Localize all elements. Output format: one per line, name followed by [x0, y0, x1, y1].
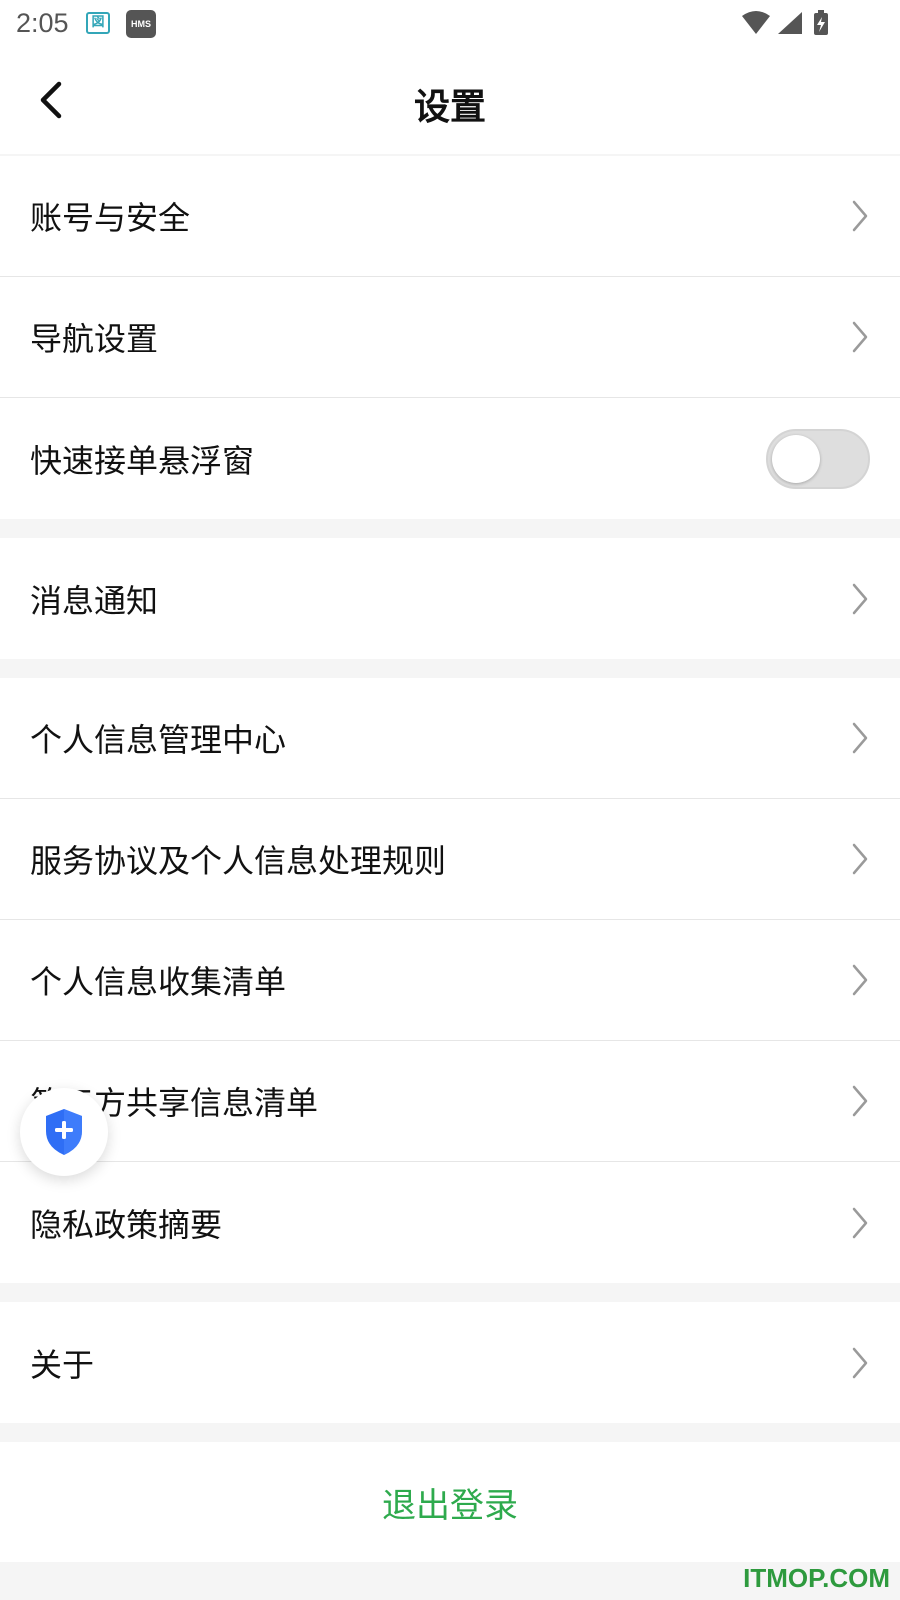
settings-item-navigation[interactable]: 导航设置	[0, 277, 900, 398]
settings-item-label: 个人信息收集清单	[30, 963, 287, 1001]
floating-window-toggle[interactable]	[766, 428, 870, 489]
settings-item-info-collection-list[interactable]: 个人信息收集清单	[0, 920, 900, 1041]
signal-icon	[778, 12, 802, 34]
toggle-knob	[772, 434, 820, 483]
page-title: 设置	[413, 87, 486, 128]
settings-item-label: 导航设置	[30, 320, 159, 358]
settings-item-label: 隐私政策摘要	[30, 1205, 223, 1244]
battery-icon	[814, 10, 828, 35]
chevron-right-icon	[852, 964, 868, 996]
settings-item-label: 服务协议及个人信息处理规则	[30, 842, 447, 880]
chevron-right-icon	[852, 1207, 868, 1238]
settings-item-personal-info-center[interactable]: 个人信息管理中心	[0, 678, 900, 799]
settings-item-notifications[interactable]: 消息通知	[0, 538, 900, 659]
settings-item-label: 账号与安全	[30, 199, 191, 237]
settings-item-label: 个人信息管理中心	[30, 721, 287, 759]
chevron-right-icon	[852, 1347, 868, 1378]
settings-item-floating-window: 快速接单悬浮窗	[0, 398, 900, 519]
hms-icon: HMS	[126, 10, 156, 38]
chevron-right-icon	[852, 321, 868, 353]
settings-group-about: 关于	[0, 1302, 900, 1423]
settings-group-notifications: 消息通知	[0, 538, 900, 659]
chevron-right-icon	[852, 843, 868, 875]
settings-item-account-security[interactable]: 账号与安全	[0, 156, 900, 277]
status-time: 2:05	[16, 8, 69, 38]
floating-privacy-button[interactable]	[20, 1088, 108, 1176]
chevron-right-icon	[852, 200, 868, 232]
settings-item-label: 消息通知	[30, 581, 159, 620]
logout-section: 退出登录	[0, 1442, 900, 1562]
settings-item-service-agreement[interactable]: 服务协议及个人信息处理规则	[0, 799, 900, 920]
status-icons	[740, 10, 850, 38]
settings-item-label: 关于	[30, 1345, 95, 1384]
shield-plus-icon	[46, 1109, 82, 1155]
app-notification-icon: 図	[86, 12, 110, 34]
settings-item-label: 快速接单悬浮窗	[30, 441, 255, 480]
settings-item-about[interactable]: 关于	[0, 1302, 900, 1423]
chevron-right-icon	[852, 583, 868, 614]
nav-bar: 设置	[0, 48, 900, 154]
chevron-right-icon	[852, 1085, 868, 1117]
settings-item-privacy-summary[interactable]: 隐私政策摘要	[0, 1162, 900, 1283]
watermark: ITMOP.COM	[743, 1563, 890, 1593]
logout-button[interactable]: 退出登录	[382, 1478, 518, 1527]
settings-group-privacy: 个人信息管理中心 服务协议及个人信息处理规则 个人信息收集清单 第三方共享信息清…	[0, 678, 900, 1283]
status-bar: 2:05 図 HMS	[0, 0, 900, 48]
chevron-right-icon	[852, 722, 868, 754]
settings-group-account: 账号与安全 导航设置 快速接单悬浮窗	[0, 156, 900, 519]
settings-item-third-party-sharing-list[interactable]: 第三方共享信息清单	[0, 1041, 900, 1162]
wifi-icon	[742, 11, 770, 34]
